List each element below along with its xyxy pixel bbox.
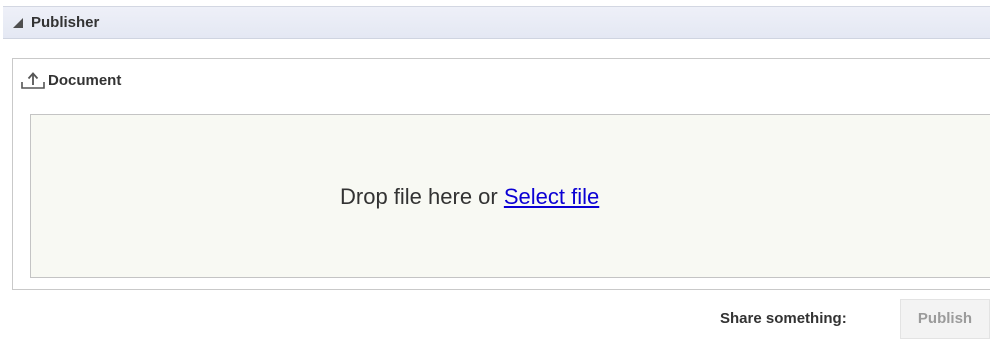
drop-instruction: Drop file here or (340, 184, 504, 209)
publisher-page: Publisher Document Drop file here or Sel… (0, 0, 990, 339)
share-something-label: Share something: (720, 310, 847, 327)
upload-icon (20, 70, 46, 90)
collapse-triangle-icon[interactable] (13, 17, 23, 28)
document-label: Document (48, 71, 122, 89)
publisher-title: Publisher (31, 14, 100, 31)
select-file-link[interactable]: Select file (504, 184, 599, 209)
publish-button[interactable]: Publish (900, 299, 990, 339)
dropzone-text: Drop file here or Select file (340, 184, 599, 210)
document-label-row: Document (20, 70, 121, 90)
publisher-header[interactable]: Publisher (3, 6, 990, 39)
